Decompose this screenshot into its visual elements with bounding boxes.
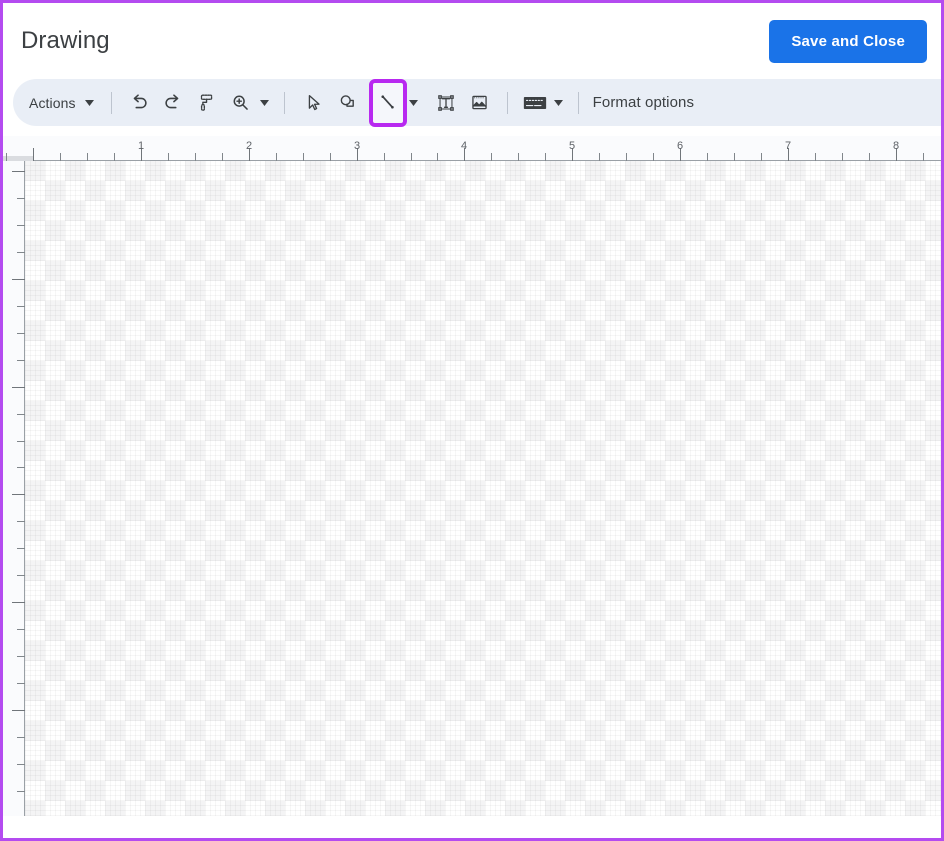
line-tool[interactable] [368, 78, 407, 127]
format-options-button[interactable]: Format options [591, 94, 694, 111]
zoom-chevron-down-icon[interactable] [258, 99, 272, 106]
ruler-label: 7 [784, 140, 792, 152]
ruler-label: 4 [460, 140, 468, 152]
page-title: Drawing [21, 27, 110, 54]
ruler-tick-minor [706, 153, 708, 161]
ruler-tick-minor [17, 197, 25, 199]
ruler-tick-minor [87, 153, 89, 161]
ruler-tick-minor [814, 153, 816, 161]
ruler-tick-minor [17, 575, 25, 577]
ruler-tick-minor [922, 153, 924, 161]
ruler-tick-minor [518, 153, 520, 161]
ruler-tick-minor [491, 153, 493, 161]
paint-roller-icon[interactable] [190, 86, 224, 120]
ruler-label: 8 [892, 140, 900, 152]
ruler-tick-minor [17, 683, 25, 685]
ruler-tick-minor [329, 153, 331, 161]
ruler-tick-major [33, 148, 35, 161]
actions-menu-label: Actions [29, 94, 76, 111]
actions-menu[interactable]: Actions [29, 86, 101, 120]
ruler-tick-minor [17, 305, 25, 307]
image-tool[interactable] [463, 86, 497, 120]
ruler-tick-minor [17, 359, 25, 361]
ruler-tick-minor [17, 790, 25, 792]
drawing-editor: 1 2 3 4 5 6 7 8 [3, 136, 941, 816]
ruler-tick-minor [194, 153, 196, 161]
ruler-label: 6 [676, 140, 684, 152]
drawing-toolbar: Actions Format options [13, 78, 941, 127]
ruler-tick-minor [733, 153, 735, 161]
ruler-tick-minor [545, 153, 547, 161]
toolbar-divider [110, 91, 112, 114]
toolbar-container: Actions Format options [3, 78, 941, 136]
ruler-tick-minor [17, 521, 25, 523]
ruler-tick-minor [17, 251, 25, 253]
ruler-label: 3 [353, 140, 361, 152]
select-tool[interactable] [297, 86, 331, 120]
toolbar-divider [506, 91, 508, 114]
ruler-tick-major [12, 602, 25, 604]
toolbar-divider [577, 91, 579, 114]
ruler-tick-minor [17, 440, 25, 442]
redo-button[interactable] [156, 86, 190, 120]
ruler-tick-minor [17, 548, 25, 550]
drawing-canvas[interactable] [25, 161, 941, 816]
toolbar-divider [283, 91, 285, 114]
ruler-tick-minor [167, 153, 169, 161]
ruler-tick-major [12, 386, 25, 388]
ruler-tick-minor [221, 153, 223, 161]
drawing-dialog: Drawing Save and Close Actions Format op… [0, 0, 944, 841]
ruler-tick-minor [868, 153, 870, 161]
border-dash-tool[interactable] [518, 86, 552, 120]
zoom-button[interactable] [224, 86, 258, 120]
ruler-tick-minor [17, 736, 25, 738]
vertical-ruler[interactable] [3, 161, 25, 816]
ruler-tick-minor [841, 153, 843, 161]
ruler-label: 2 [245, 140, 253, 152]
undo-button[interactable] [122, 86, 156, 120]
horizontal-ruler[interactable]: 1 2 3 4 5 6 7 8 [3, 136, 941, 161]
ruler-tick-minor [653, 153, 655, 161]
ruler-tick-minor [599, 153, 601, 161]
ruler-tick-minor [410, 153, 412, 161]
ruler-tick-minor [17, 332, 25, 334]
text-box-tool[interactable] [429, 86, 463, 120]
ruler-tick-minor [17, 413, 25, 415]
ruler-tick-minor [383, 153, 385, 161]
ruler-tick-minor [17, 656, 25, 658]
ruler-tick-minor [17, 763, 25, 765]
ruler-tick-minor [17, 467, 25, 469]
ruler-tick-major [12, 278, 25, 280]
ruler-tick-minor [6, 153, 8, 161]
ruler-tick-minor [114, 153, 116, 161]
save-and-close-button[interactable]: Save and Close [769, 19, 927, 63]
border-dash-chevron-down-icon[interactable] [552, 99, 566, 106]
dialog-header: Drawing Save and Close [3, 3, 941, 79]
ruler-tick-minor [760, 153, 762, 161]
shape-tool[interactable] [331, 86, 365, 120]
ruler-tick-minor [437, 153, 439, 161]
ruler-tick-minor [275, 153, 277, 161]
ruler-tick-major [12, 710, 25, 711]
ruler-tick-minor [17, 224, 25, 226]
ruler-label: 5 [568, 140, 576, 152]
ruler-tick-major [12, 494, 25, 496]
ruler-label: 1 [137, 140, 145, 152]
ruler-tick-minor [17, 629, 25, 631]
ruler-tick-minor [626, 153, 628, 161]
chevron-down-icon [83, 99, 97, 106]
line-chevron-down-icon[interactable] [407, 99, 421, 106]
ruler-tick-major [12, 171, 25, 172]
ruler-tick-minor [302, 153, 304, 161]
ruler-tick-minor [60, 153, 62, 161]
